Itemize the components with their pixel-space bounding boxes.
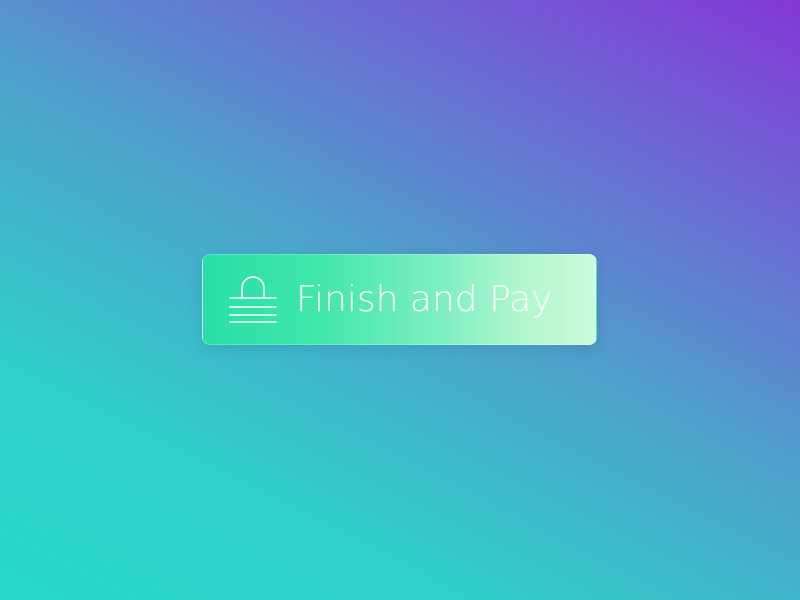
finish-and-pay-label: Finish and Pay: [296, 279, 553, 320]
lock-icon: [229, 276, 277, 323]
